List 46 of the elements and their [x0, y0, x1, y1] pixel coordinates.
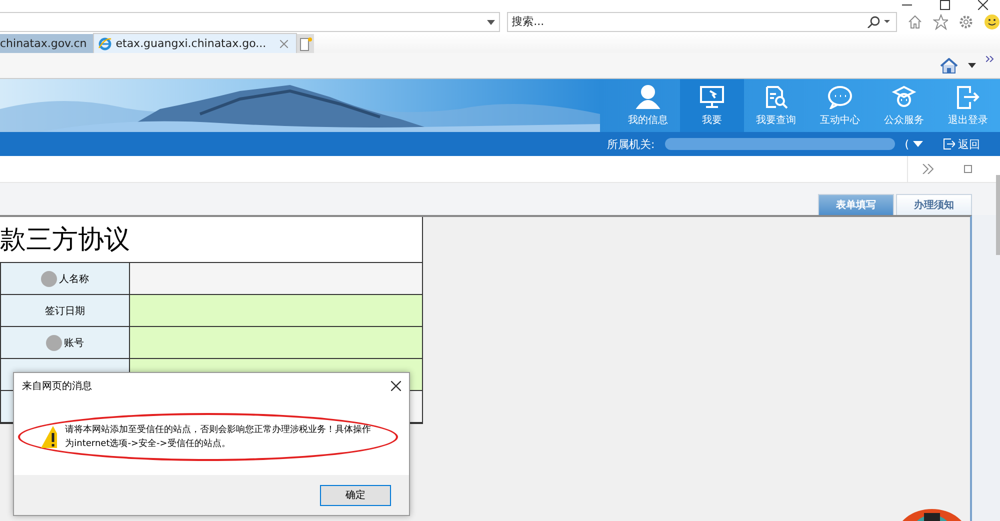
maximize-icon[interactable]: [940, 0, 950, 10]
e-logo-icon: [98, 36, 112, 50]
field-label: 签订日期: [45, 304, 85, 318]
close-icon[interactable]: [391, 381, 401, 391]
scrollbar[interactable]: [996, 175, 1000, 255]
input-field[interactable]: [130, 327, 422, 358]
nav-item[interactable]: 互动中心: [808, 79, 872, 132]
chevron-icon[interactable]: [986, 56, 994, 62]
chat-icon: [827, 84, 853, 108]
home-icon[interactable]: [940, 58, 958, 74]
user-icon: [635, 84, 661, 108]
field-label: 账号: [64, 336, 84, 350]
browser-tab[interactable]: etax.guangxi.chinatax.go...: [92, 33, 298, 53]
close-icon[interactable]: [978, 0, 988, 10]
nav-item[interactable]: 退出登录: [936, 79, 1000, 132]
search-field[interactable]: 搜索...: [506, 12, 897, 32]
address-field[interactable]: [0, 12, 500, 32]
document-search-icon: [763, 84, 789, 108]
nav-item[interactable]: 我要查询: [744, 79, 808, 132]
dialog-message: 请将本网站添加至受信任的站点，否则会影响您正常办理涉税业务！具体操作为internet选项->安全->受信任的站点。: [65, 424, 372, 451]
form-tab[interactable]: 办理须知: [896, 194, 972, 216]
warning-icon: [40, 425, 58, 449]
nav-item[interactable]: 我的信息: [616, 79, 680, 132]
ok-button[interactable]: 确定: [320, 484, 391, 506]
chevron-icon[interactable]: [922, 164, 934, 174]
nav-item[interactable]: 公众服务: [872, 79, 936, 132]
nav-item[interactable]: 我要: [680, 79, 744, 132]
restore-icon[interactable]: [964, 165, 972, 173]
new-tab-button[interactable]: [297, 34, 314, 53]
field-label: 人名称: [59, 272, 89, 286]
search-icon[interactable]: [866, 16, 891, 28]
office-label: 所属机关:: [606, 136, 655, 152]
back-link[interactable]: 返回: [943, 136, 980, 152]
exit-icon: [943, 138, 955, 150]
dialog-title: 来自网页的消息: [22, 380, 92, 393]
input-field[interactable]: [130, 295, 422, 326]
star-icon[interactable]: [932, 14, 948, 30]
browser-tab[interactable]: chinatax.gov.cn: [0, 34, 93, 53]
form-tab[interactable]: 表单填写: [818, 194, 894, 216]
monitor-icon: [699, 84, 725, 108]
caret-icon[interactable]: [968, 63, 976, 68]
exit-icon: [955, 84, 981, 108]
smiley-icon[interactable]: [984, 14, 1000, 30]
caret-icon[interactable]: [486, 20, 495, 24]
office-suffix: (: [904, 138, 909, 150]
graduate-icon: [891, 84, 917, 108]
